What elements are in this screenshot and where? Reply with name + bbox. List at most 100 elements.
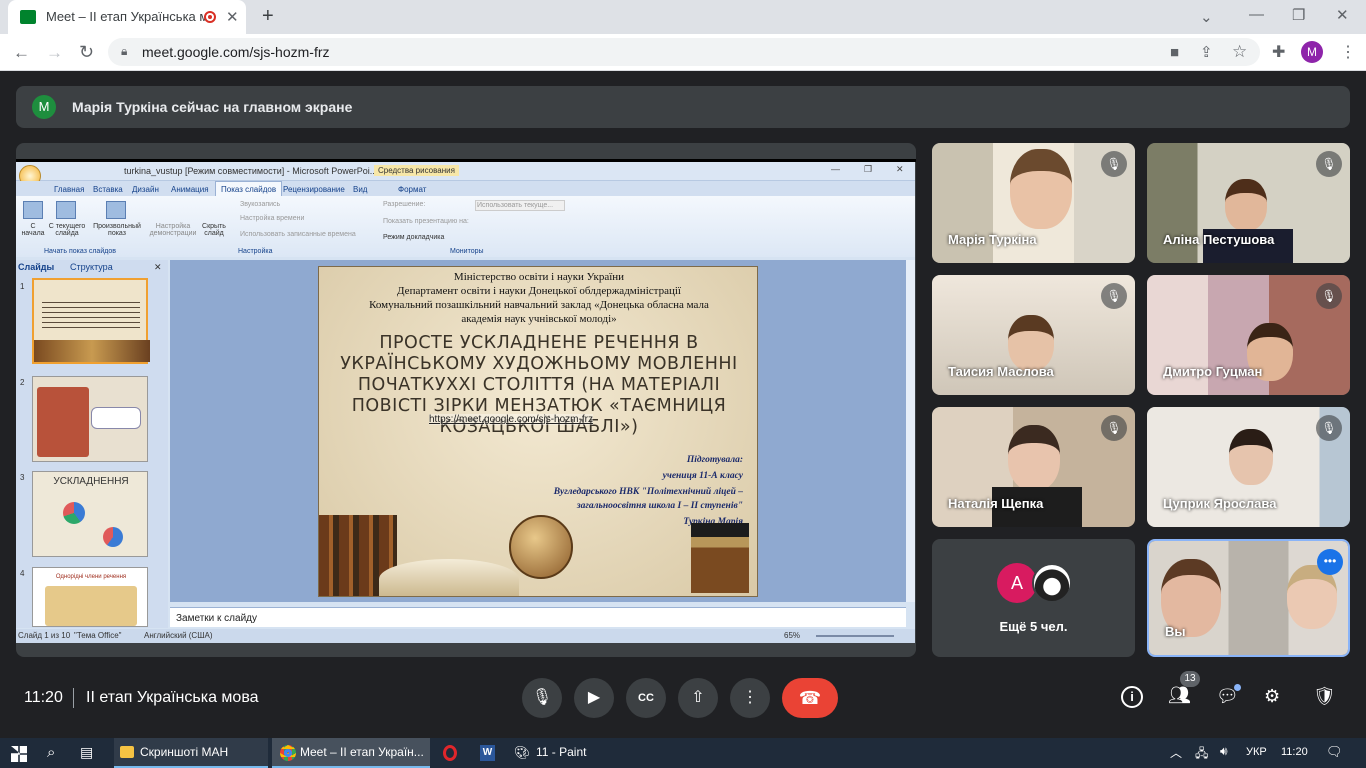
status-zoom[interactable]: 65% <box>784 631 800 640</box>
tray-chevron-icon[interactable]: ︿ <box>1170 744 1182 761</box>
participant-face <box>1229 429 1273 485</box>
slide-header-line-3: Комунальний позашкільний навчальний закл… <box>369 299 709 311</box>
chrome-icon <box>280 745 296 761</box>
info-icon[interactable]: i <box>1121 686 1143 708</box>
ppt-close-icon[interactable]: ✕ <box>896 164 904 175</box>
ppt-tab-view[interactable]: Вид <box>353 185 367 194</box>
taskbar-item-paint[interactable]: 🎨︎ 11 - Paint <box>510 738 620 768</box>
more-count-label: Ещё 5 чел. <box>999 619 1068 634</box>
language-indicator[interactable]: УКР <box>1246 746 1267 758</box>
minimize-icon[interactable]: — <box>1249 6 1264 23</box>
more-participants-tile[interactable]: A Ещё 5 чел. <box>932 539 1135 657</box>
pane-tab-slides[interactable]: Слайды <box>18 262 54 272</box>
browser-tab[interactable]: Meet – II етап Українська м ✕ <box>8 0 246 34</box>
ribbon-from-start[interactable]: С начала <box>19 223 47 237</box>
participant-tile-3[interactable]: 🎙︎ Таисия Маслова <box>932 275 1135 395</box>
network-icon[interactable]: 🖧︎ <box>1195 744 1208 765</box>
back-icon[interactable]: ← <box>13 43 30 63</box>
mic-button[interactable]: 🎙︎ <box>522 678 562 718</box>
menu-icon[interactable]: ⋮ <box>1340 42 1356 62</box>
slide-author-4: загальноосвітня школа I – II ступенів" <box>576 501 743 511</box>
close-window-icon[interactable]: ✕ <box>1336 6 1349 24</box>
share-icon[interactable]: ⇪ <box>1200 43 1213 61</box>
ribbon-opt-use-timings[interactable]: Использовать записанные времена <box>240 231 356 238</box>
url-text[interactable]: meet.google.com/sjs-hozm-frz <box>142 44 330 60</box>
participant-name: Марія Туркіна <box>948 232 1037 247</box>
clock[interactable]: 11:20 <box>1281 746 1308 758</box>
ppt-tab-insert[interactable]: Вставка <box>93 185 123 194</box>
participant-name: Таисия Маслова <box>948 364 1054 379</box>
slide-link[interactable]: https://meet.google.com/sjs-hozm-frz <box>429 414 593 425</box>
slide-thumbnail-4[interactable]: Однорідні члени речення <box>32 567 148 627</box>
pane-tab-outline[interactable]: Структура <box>70 262 113 272</box>
opera-icon[interactable] <box>443 745 457 761</box>
captions-button[interactable]: CC <box>626 678 666 718</box>
ribbon-icon-from-current[interactable] <box>56 201 76 219</box>
ribbon-from-current[interactable]: С текущего слайда <box>47 223 87 237</box>
ppt-tab-design[interactable]: Дизайн <box>132 185 159 194</box>
search-icon[interactable]: ⌕ <box>47 744 55 761</box>
participant-tile-6[interactable]: 🎙︎ Цуприк Ярослава <box>1147 407 1350 527</box>
participant-tile-2[interactable]: 🎙︎ Аліна Пестушова <box>1147 143 1350 263</box>
leave-call-button[interactable]: ☎ <box>782 678 838 718</box>
forward-icon[interactable]: → <box>46 43 63 63</box>
slide-thumbnail-3[interactable]: УСКЛАДНЕННЯ <box>32 471 148 557</box>
more-options-button[interactable]: ⋮ <box>730 678 770 718</box>
notes-pane[interactable]: Заметки к слайду <box>170 607 906 627</box>
ribbon-opt-timing[interactable]: Настройка времени <box>240 215 304 222</box>
ppt-maximize-icon[interactable]: ❐ <box>864 164 872 175</box>
participant-tile-1[interactable]: 🎙︎ Марія Туркіна <box>932 143 1135 263</box>
present-button[interactable]: ⇧ <box>678 678 718 718</box>
pane-close-icon[interactable]: ✕ <box>154 262 162 273</box>
extensions-icon[interactable]: ✚ <box>1272 42 1285 62</box>
ribbon-monitor-resolution-value[interactable]: Использовать текуще... <box>475 200 565 211</box>
slide-author-2: учениця 11-А класу <box>662 471 743 481</box>
ribbon-icon-from-start[interactable] <box>23 201 43 219</box>
zoom-slider[interactable] <box>816 635 894 637</box>
ribbon-icon-custom-show[interactable] <box>106 201 126 219</box>
ribbon-opt-record[interactable]: Звукозапись <box>240 201 280 208</box>
ppt-tab-slideshow[interactable]: Показ слайдов <box>215 181 283 196</box>
ribbon-setup-show[interactable]: Настройка демонстрации <box>147 223 199 237</box>
ribbon-presenter-view[interactable]: Режим докладчика <box>383 234 444 241</box>
ppt-tab-home[interactable]: Главная <box>54 185 84 194</box>
ppt-tab-animation[interactable]: Анимация <box>171 185 209 194</box>
close-tab-icon[interactable]: ✕ <box>226 8 239 26</box>
profile-avatar[interactable]: M <box>1301 41 1323 63</box>
taskbar-item-explorer[interactable]: Скриншоті МАН <box>114 738 268 768</box>
ribbon-hide-slide[interactable]: Скрыть слайд <box>200 223 228 237</box>
self-tile[interactable]: ••• Вы <box>1147 539 1350 657</box>
host-controls-icon[interactable]: 🛡︎ <box>1313 686 1336 707</box>
reload-icon[interactable]: ↻ <box>79 42 94 63</box>
lock-icon[interactable]: 🔒︎ <box>121 44 127 59</box>
slide-thumbnail-1[interactable] <box>32 278 150 364</box>
banner-avatar: M <box>32 95 56 119</box>
ppt-tab-review[interactable]: Рецензирование <box>283 185 345 194</box>
word-icon[interactable]: W <box>480 745 495 761</box>
taskbar-item-chrome[interactable]: Meet – II етап Україн... <box>272 738 430 768</box>
notifications-icon[interactable]: 🗨︎ <box>1326 744 1343 760</box>
divider <box>73 688 74 708</box>
task-view-icon[interactable]: ▤ <box>80 744 93 761</box>
ribbon-monitor-resolution: Разрешение: <box>383 201 426 208</box>
more-options-icon[interactable]: ••• <box>1317 549 1343 575</box>
bookmark-star-icon[interactable]: ☆ <box>1232 42 1247 62</box>
activities-icon[interactable]: ⚙︎ <box>1264 686 1280 707</box>
participant-tile-5[interactable]: 🎙︎ Наталія Щепка <box>932 407 1135 527</box>
thumb-number-2: 2 <box>20 378 25 387</box>
ribbon-custom-show[interactable]: Произвольный показ <box>90 223 144 237</box>
people-icon[interactable]: 👥︎ <box>1168 685 1191 706</box>
ppt-tab-format[interactable]: Формат <box>398 185 426 194</box>
ppt-vertical-scrollbar[interactable] <box>906 260 915 602</box>
new-tab-icon[interactable]: + <box>262 5 274 28</box>
slide-thumbnail-2[interactable] <box>32 376 148 462</box>
camera-icon[interactable]: ■ <box>1170 44 1179 61</box>
chat-dot <box>1234 684 1241 691</box>
volume-icon[interactable]: 🔊︎ <box>1220 744 1228 759</box>
current-slide[interactable]: Міністерство освіти і науки України Депа… <box>318 266 758 597</box>
participant-tile-4[interactable]: 🎙︎ Дмитро Гуцман <box>1147 275 1350 395</box>
maximize-icon[interactable]: ❐ <box>1292 6 1305 24</box>
ppt-minimize-icon[interactable]: — <box>831 164 840 174</box>
camera-button[interactable]: ▶ <box>574 678 614 718</box>
tab-search-icon[interactable]: ⌄ <box>1200 8 1213 26</box>
